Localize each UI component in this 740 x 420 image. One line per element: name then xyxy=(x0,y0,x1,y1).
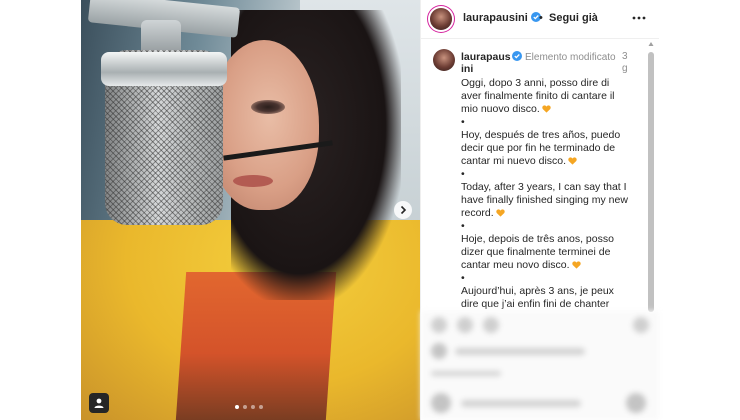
caption-paragraph-it: Oggi, dopo 3 anni, posso dire di aver fi… xyxy=(461,77,615,115)
share-icon xyxy=(483,317,499,333)
emoji-icon xyxy=(431,393,451,413)
header-username[interactable]: laurapausini xyxy=(463,12,541,24)
header-separator: • xyxy=(539,12,543,24)
carousel-dot xyxy=(235,405,239,409)
orange-heart-icon xyxy=(568,157,577,165)
post-header: laurapausini • Segui già xyxy=(421,0,659,39)
caption-separator: • xyxy=(461,272,465,284)
edited-text: Elemento modificato xyxy=(525,52,616,63)
carousel-dots xyxy=(235,405,263,409)
likers-avatar xyxy=(431,343,447,359)
like-icon xyxy=(431,317,447,333)
likes-summary-placeholder xyxy=(455,348,585,355)
caption-paragraph-en: Today, after 3 years, I can say that I h… xyxy=(461,181,628,219)
post-side-panel: laurapausini • Segui già laurapausini El… xyxy=(420,0,659,420)
caption-author[interactable]: laurapausini xyxy=(461,51,511,75)
avatar[interactable] xyxy=(433,49,455,71)
photo-eye xyxy=(251,100,285,114)
carousel-dot xyxy=(259,405,263,409)
caption-area: laurapausini Elemento modificato 3 g Ogg… xyxy=(421,39,659,311)
caption-separator: • xyxy=(461,116,465,128)
scrollbar-thumb[interactable] xyxy=(648,52,654,312)
more-options-button[interactable] xyxy=(629,8,649,28)
edited-label: Elemento modificato xyxy=(512,51,616,64)
instagram-post: laurapausini • Segui già laurapausini El… xyxy=(81,0,659,420)
avatar[interactable] xyxy=(430,8,452,30)
carousel-dot xyxy=(251,405,255,409)
user-icon xyxy=(94,398,104,408)
carousel-next-button[interactable] xyxy=(394,201,412,219)
following-button[interactable]: Segui già xyxy=(549,12,598,24)
caption-text: Oggi, dopo 3 anni, posso dire di aver fi… xyxy=(461,77,631,311)
caption-paragraph-es: Hoy, después de tres años, puedo decir q… xyxy=(461,129,621,167)
caption-separator: • xyxy=(461,220,465,232)
orange-heart-icon xyxy=(495,209,505,217)
scroll-up-arrow-icon[interactable] xyxy=(648,40,654,48)
tagged-users-button[interactable] xyxy=(89,393,109,413)
photo-mic-ring xyxy=(101,52,227,86)
more-horizontal-icon xyxy=(632,16,646,20)
caption-separator: • xyxy=(461,168,465,180)
save-icon xyxy=(633,317,649,333)
caption-scrollbar[interactable] xyxy=(648,40,654,312)
photo-lips xyxy=(233,175,273,187)
comment-icon xyxy=(457,317,473,333)
comment-input-placeholder xyxy=(461,400,581,407)
timestamp-placeholder xyxy=(431,371,501,376)
chevron-right-icon xyxy=(400,205,407,215)
publish-button-placeholder xyxy=(626,393,646,413)
caption-timestamp[interactable]: 3 g xyxy=(622,51,630,75)
username-text[interactable]: laurapausini xyxy=(463,12,528,24)
caption-paragraph-pt: Hoje, depois de três anos, posso dizer q… xyxy=(461,233,614,271)
carousel-dot xyxy=(243,405,247,409)
verified-badge-icon xyxy=(512,51,522,61)
blurred-actions-area xyxy=(421,311,659,420)
post-photo[interactable] xyxy=(81,0,420,420)
caption-paragraph-fr: Aujourd’hui, après 3 ans, je peux dire q… xyxy=(461,285,631,311)
orange-heart-icon xyxy=(571,261,581,269)
orange-heart-icon xyxy=(542,105,551,113)
